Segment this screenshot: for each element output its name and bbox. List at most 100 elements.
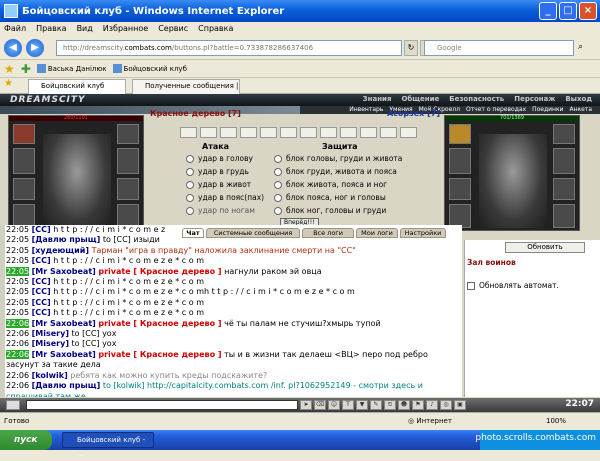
chat-username[interactable]: [худеющий]	[32, 246, 89, 255]
filter-icon[interactable]: ▼	[356, 400, 368, 410]
menu-file[interactable]: Файл	[4, 22, 26, 36]
private-tag[interactable]: private [ Красное дерево ]	[98, 267, 221, 276]
chat-username[interactable]: [СС]	[32, 256, 51, 265]
ring-slot[interactable]	[553, 124, 575, 144]
chat-username[interactable]: [СС]	[32, 287, 51, 296]
chat-username[interactable]: [СС]	[32, 277, 51, 286]
armor-slot[interactable]	[449, 148, 471, 174]
favorites-star-icon[interactable]: ★	[4, 62, 15, 76]
attack-option-waist[interactable]: удар в пояс(пах)	[186, 193, 264, 202]
chat-username[interactable]: [Mr Saxobeat]	[32, 319, 96, 328]
tab-all-logs[interactable]: Все логи	[302, 228, 354, 238]
player-right-name[interactable]: Асорзех [7]	[387, 109, 440, 118]
menu-help[interactable]: Справка	[198, 22, 233, 36]
gloves-slot[interactable]	[553, 178, 575, 200]
back-arrow-icon[interactable]: ◀	[4, 39, 22, 57]
chat-username[interactable]: [Mr Saxobeat]	[32, 350, 96, 359]
favorite-link[interactable]: Васька Данілюк	[36, 64, 107, 73]
menu-tools[interactable]: Сервис	[158, 22, 188, 36]
refresh-button[interactable]: Обновить	[505, 242, 585, 253]
shield-slot[interactable]	[117, 148, 139, 174]
chat-username[interactable]: [СС]	[32, 308, 51, 317]
minimize-button[interactable]: _	[539, 2, 557, 20]
maximize-button[interactable]: □	[559, 2, 577, 20]
game-menu-knowledge[interactable]: Знания	[363, 95, 392, 103]
tab-system-messages[interactable]: Системные сообщения	[206, 228, 300, 238]
zoom-level[interactable]: 100%	[546, 417, 566, 425]
address-input[interactable]: http://dreamscity.combats.com/buttons.pl…	[56, 40, 402, 56]
belt-slot[interactable]	[553, 204, 575, 228]
weapon-slot[interactable]	[449, 178, 471, 200]
favorite-link[interactable]: Бойцовский клуб	[112, 64, 187, 73]
spell-slot[interactable]	[380, 127, 397, 138]
spell-slot[interactable]	[220, 127, 237, 138]
translit-icon[interactable]: Т	[342, 400, 354, 410]
submenu-battles[interactable]: Поединки	[532, 106, 563, 114]
chat-username[interactable]: [Давлю прыщ]	[32, 381, 101, 390]
helmet-slot[interactable]	[449, 124, 471, 144]
spell-slot[interactable]	[200, 127, 217, 138]
chat-username[interactable]: [kolwik]	[32, 371, 68, 380]
close-button[interactable]: ×	[579, 2, 597, 20]
clear-icon[interactable]: ⌫	[314, 400, 326, 410]
menu-favorites[interactable]: Избранное	[103, 22, 148, 36]
game-menu-chat[interactable]: Общение	[401, 95, 439, 103]
attack-option-chest[interactable]: удар в грудь	[186, 167, 249, 176]
game-menu-character[interactable]: Персонаж	[514, 95, 555, 103]
flag-icon[interactable]: ⚑	[412, 400, 424, 410]
start-button[interactable]: пуск	[0, 430, 52, 450]
helmet-slot[interactable]	[13, 124, 35, 144]
chat-username[interactable]: [Misery]	[32, 329, 69, 338]
block-option-1[interactable]: блок головы, груди и живота	[274, 154, 402, 163]
spell-slot[interactable]	[280, 127, 297, 138]
pencil-icon[interactable]: ✎	[370, 400, 382, 410]
ring-slot[interactable]	[117, 124, 139, 144]
chat-settings-icon[interactable]	[6, 400, 20, 410]
armor-slot[interactable]	[13, 148, 35, 174]
send-icon[interactable]: ➤	[300, 400, 312, 410]
lock-icon[interactable]: ▣	[454, 400, 466, 410]
private-tag[interactable]: private [ Красное дерево ]	[98, 319, 221, 328]
spell-slot[interactable]	[240, 127, 257, 138]
player-left-name[interactable]: Красное дерево [7]	[150, 109, 241, 118]
user-icon[interactable]: ☻	[398, 400, 410, 410]
tab-chat[interactable]: Чат	[182, 228, 204, 238]
favorites-center-icon[interactable]: ★	[4, 78, 13, 89]
block-option-5[interactable]: блок ног, головы и груди	[274, 206, 386, 215]
spell-slot[interactable]	[360, 127, 377, 138]
spell-slot[interactable]	[340, 127, 357, 138]
smile-icon[interactable]: ☺	[328, 400, 340, 410]
submenu-profile[interactable]: Анкета	[569, 106, 592, 114]
block-option-4[interactable]: блок пояса, ног и головы	[274, 193, 386, 202]
game-menu-security[interactable]: Безопасность	[449, 95, 504, 103]
auto-refresh-checkbox[interactable]: Обновлять автомат.	[467, 281, 559, 290]
sound-icon[interactable]: ♪	[426, 400, 438, 410]
chat-message-input[interactable]	[26, 400, 298, 410]
spell-slot[interactable]	[300, 127, 317, 138]
add-favorite-icon[interactable]: ✚	[21, 62, 31, 76]
timer-icon[interactable]: ⏲	[384, 400, 396, 410]
shield-slot[interactable]	[553, 148, 575, 174]
spell-slot[interactable]	[400, 127, 417, 138]
menu-view[interactable]: Вид	[77, 22, 93, 36]
attack-option-legs[interactable]: удар по ногам	[186, 206, 255, 215]
game-menu-exit[interactable]: Выход	[565, 95, 592, 103]
block-option-2[interactable]: блок груди, живота и пояса	[274, 167, 397, 176]
globe-icon[interactable]: ◎	[440, 400, 452, 410]
chat-username[interactable]: [Mr Saxobeat]	[32, 267, 96, 276]
spell-slot[interactable]	[180, 127, 197, 138]
private-tag[interactable]: private [ Красное дерево ]	[98, 350, 221, 359]
taskbar-item[interactable]: Бойцовский клуб - ...	[62, 432, 154, 458]
tab-messages[interactable]: Полученные сообщения | 1...	[132, 79, 240, 94]
block-option-3[interactable]: блок живота, пояса и ног	[274, 180, 387, 189]
search-input[interactable]: Google	[424, 40, 574, 56]
forward-arrow-icon[interactable]: ▶	[26, 39, 44, 57]
search-icon[interactable]: ⌕	[578, 42, 583, 52]
refresh-icon[interactable]: ↻	[404, 40, 418, 56]
spell-slot[interactable]	[260, 127, 277, 138]
spell-slot[interactable]	[320, 127, 337, 138]
attack-option-belly[interactable]: удар в живот	[186, 180, 251, 189]
tab-my-logs[interactable]: Мои логи	[356, 228, 398, 238]
weapon-slot[interactable]	[13, 178, 35, 200]
tab-settings[interactable]: Настройки	[400, 228, 446, 238]
